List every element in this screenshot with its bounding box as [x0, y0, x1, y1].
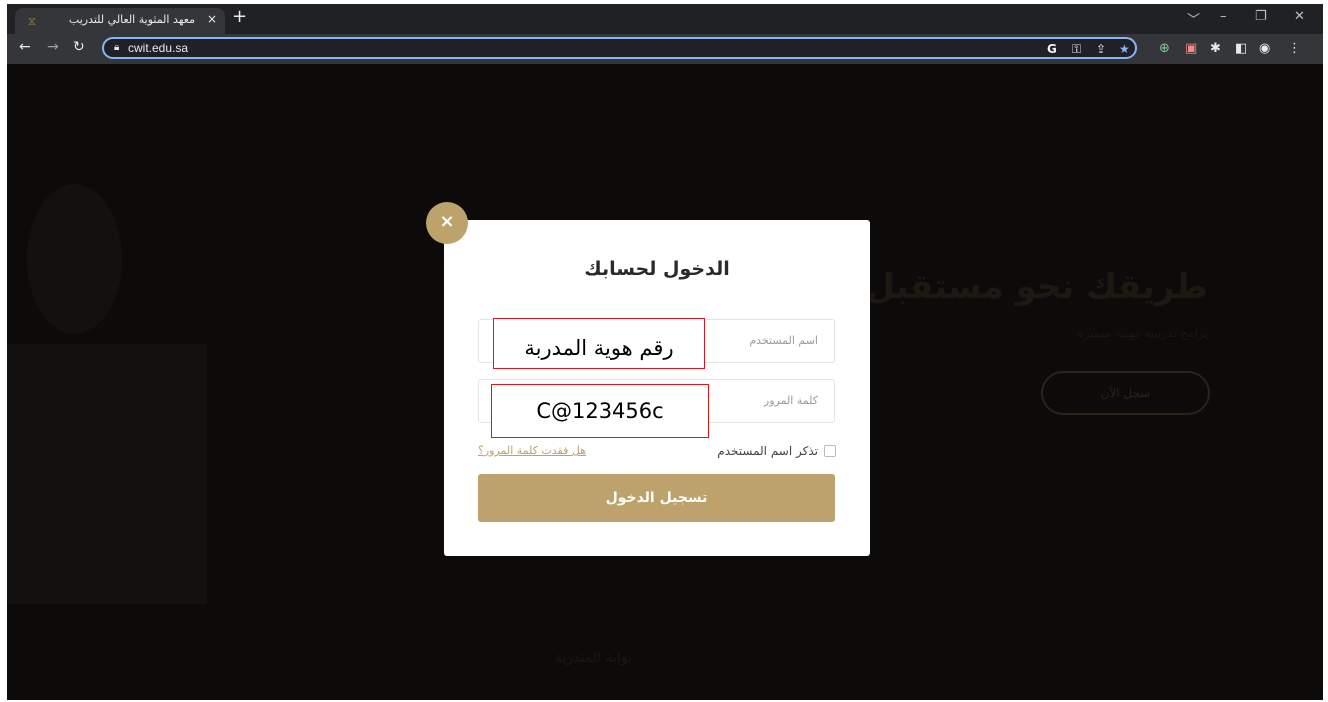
modal-close-button[interactable]: × [426, 202, 468, 244]
section-label: بوابة المتدربة [555, 650, 632, 666]
extension-plus-icon[interactable]: ⊕ [1159, 41, 1170, 56]
password-placeholder: كلمة المرور [763, 394, 818, 407]
reload-icon[interactable]: ↻ [73, 39, 85, 55]
hero-register-button[interactable]: سجل الآن [1041, 371, 1210, 415]
restore-button[interactable]: ❐ [1255, 9, 1267, 24]
forward-icon[interactable]: → [47, 39, 59, 55]
extension-video-icon[interactable]: ▣ [1185, 41, 1197, 56]
side-panel-icon[interactable]: ◧ [1235, 41, 1247, 56]
background-figure-body [7, 344, 207, 604]
background-figure [27, 184, 122, 334]
login-button[interactable]: تسجيل الدخول [478, 474, 835, 522]
tab-title: معهد المثوية العالي للتدريب [68, 13, 195, 26]
new-tab-button[interactable]: + [232, 8, 247, 26]
forgot-password-link[interactable]: هل فقدت كلمة المرور؟ [478, 444, 586, 457]
remember-me[interactable]: تذكر اسم المستخدم [717, 444, 836, 458]
lock-icon[interactable]: 🔒︎ [114, 42, 119, 53]
url-text[interactable]: cwit.edu.sa [128, 41, 188, 55]
hero-title: طريقك نحو مستقبل [865, 267, 1208, 307]
remember-label: تذكر اسم المستخدم [717, 444, 818, 458]
address-bar[interactable]: 🔒︎ cwit.edu.sa G ⚿ ⇪ ★ [102, 37, 1137, 59]
menu-kebab-icon[interactable]: ⋮ [1288, 41, 1301, 56]
extensions-puzzle-icon[interactable]: ✱ [1210, 41, 1221, 56]
username-annotation-box: رقم هوية المدربة [493, 318, 705, 369]
site-favicon-icon: ⧖ [27, 14, 37, 28]
back-icon[interactable]: ← [19, 39, 31, 55]
remember-checkbox[interactable] [824, 445, 836, 457]
browser-window: ⧖ معهد المثوية العالي للتدريب × + ﹀ – ❐ … [7, 4, 1323, 64]
login-modal: الدخول لحسابك اسم المستخدم كلمة المرور ر… [444, 220, 870, 556]
username-placeholder: اسم المستخدم [749, 334, 818, 347]
profile-avatar-icon[interactable]: ◉ [1259, 41, 1270, 56]
browser-toolbar: ← → ↻ 🔒︎ cwit.edu.sa G ⚿ ⇪ ★ ⊕ ▣ ✱ ◧ ◉ ⋮ [7, 34, 1323, 64]
google-lens-icon[interactable]: G [1047, 42, 1057, 56]
key-icon[interactable]: ⚿ [1072, 42, 1081, 57]
bookmark-star-icon[interactable]: ★ [1119, 42, 1130, 56]
password-annotation-box: C@123456c [491, 384, 709, 438]
tab-bar: ⧖ معهد المثوية العالي للتدريب × + ﹀ – ❐ … [7, 4, 1323, 34]
tab-search-icon[interactable]: ﹀ [1187, 9, 1200, 28]
hero-subtitle: برامج تدريبية مهنية متميزة [1077, 326, 1208, 340]
modal-title: الدخول لحسابك [584, 258, 730, 280]
share-icon[interactable]: ⇪ [1096, 42, 1106, 56]
browser-tab[interactable]: ⧖ معهد المثوية العالي للتدريب × [15, 8, 225, 34]
minimize-button[interactable]: – [1220, 9, 1227, 24]
tab-close-button[interactable]: × [207, 12, 217, 26]
close-window-button[interactable]: ✕ [1294, 9, 1305, 24]
